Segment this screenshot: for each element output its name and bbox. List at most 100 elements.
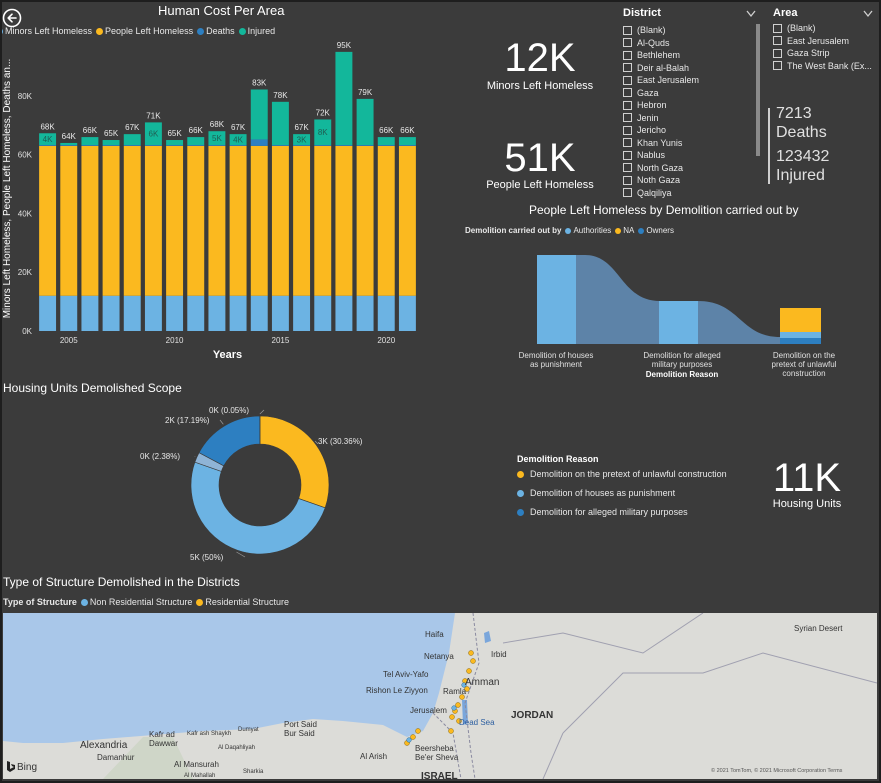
bar-segment-people-left-homeless[interactable] <box>166 145 184 296</box>
bar-segment-minors-left-homeless[interactable] <box>187 295 205 331</box>
donut-slice[interactable] <box>259 415 330 509</box>
checkbox[interactable] <box>623 138 632 148</box>
checkbox[interactable] <box>623 150 632 160</box>
bar-segment-minors-left-homeless[interactable] <box>123 295 141 331</box>
checkbox[interactable] <box>773 48 782 58</box>
district-item[interactable]: Jericho <box>623 124 753 137</box>
bar-segment-injured[interactable] <box>335 51 353 146</box>
bar-segment-injured[interactable] <box>102 140 120 146</box>
legend-item-owners[interactable]: Owners <box>638 226 674 235</box>
area-item[interactable]: The West Bank (Ex... <box>773 60 875 73</box>
bar-segment-minors-left-homeless[interactable] <box>60 295 78 331</box>
bar-segment-injured[interactable] <box>356 98 374 146</box>
back-button[interactable] <box>2 8 22 28</box>
bar-segment-minors-left-homeless[interactable] <box>39 295 57 331</box>
area-item[interactable]: East Jerusalem <box>773 35 875 48</box>
legend-item-people[interactable]: People Left Homeless <box>96 26 193 36</box>
bar-segment-deaths[interactable] <box>356 145 374 146</box>
legend-item-residential[interactable]: Residential Structure <box>196 597 289 607</box>
bar-segment-minors-left-homeless[interactable] <box>356 295 374 331</box>
bar-segment-deaths[interactable] <box>60 145 78 146</box>
reason-legend-item[interactable]: Demolition for alleged military purposes <box>517 507 747 517</box>
bar-segment-people-left-homeless[interactable] <box>377 145 395 296</box>
bar-segment-minors-left-homeless[interactable] <box>398 295 416 331</box>
bar-segment-deaths[interactable] <box>187 145 205 146</box>
legend-item-injured[interactable]: Injured <box>238 26 275 36</box>
bar-segment-injured[interactable] <box>166 140 184 146</box>
bar-segment-people-left-homeless[interactable] <box>39 145 57 296</box>
checkbox[interactable] <box>623 188 632 198</box>
checkbox[interactable] <box>623 38 632 48</box>
district-item[interactable]: Nablus <box>623 149 753 162</box>
bar-segment-minors-left-homeless[interactable] <box>250 295 268 331</box>
district-item[interactable]: Al-Quds <box>623 37 753 50</box>
bar-segment-people-left-homeless[interactable] <box>293 145 311 296</box>
bar-segment-deaths[interactable] <box>250 139 268 146</box>
bar-segment-deaths[interactable] <box>123 145 141 146</box>
district-item[interactable]: Qalqiliya <box>623 187 753 200</box>
bar-segment-minors-left-homeless[interactable] <box>166 295 184 331</box>
bar-segment-deaths[interactable] <box>166 145 184 146</box>
district-item[interactable]: Hebron <box>623 99 753 112</box>
bar-segment-deaths[interactable] <box>335 145 353 146</box>
bar-segment-people-left-homeless[interactable] <box>81 145 99 296</box>
bar-segment-minors-left-homeless[interactable] <box>293 295 311 331</box>
checkbox[interactable] <box>623 175 632 185</box>
bar-segment-minors-left-homeless[interactable] <box>102 295 120 331</box>
bar-segment-people-left-homeless[interactable] <box>123 145 141 296</box>
bar-segment-people-left-homeless[interactable] <box>314 145 332 296</box>
bar-segment-deaths[interactable] <box>377 145 395 146</box>
bar-segment-injured[interactable] <box>398 137 416 146</box>
reason-legend-item[interactable]: Demolition on the pretext of unlawful co… <box>517 469 747 479</box>
checkbox[interactable] <box>623 50 632 60</box>
legend-item-non-residential[interactable]: Non Residential Structure <box>80 597 192 607</box>
legend-item-deaths[interactable]: Deaths <box>197 26 235 36</box>
bar-segment-people-left-homeless[interactable] <box>144 145 162 296</box>
district-item[interactable]: Bethlehem <box>623 49 753 62</box>
bar-segment-people-left-homeless[interactable] <box>102 145 120 296</box>
bar-segment-deaths[interactable] <box>102 145 120 146</box>
checkbox[interactable] <box>623 75 632 85</box>
checkbox[interactable] <box>773 61 782 71</box>
bar-segment-minors-left-homeless[interactable] <box>144 295 162 331</box>
bar-segment-people-left-homeless[interactable] <box>335 145 353 296</box>
checkbox[interactable] <box>623 125 632 135</box>
bar-segment-injured[interactable] <box>271 101 289 146</box>
map-view[interactable]: Haifa Netanya Irbid Tel Aviv-Yafo Amman … <box>3 613 877 779</box>
bar-segment-people-left-homeless[interactable] <box>60 145 78 296</box>
district-item[interactable]: Khan Yunis <box>623 137 753 150</box>
bar-segment-deaths[interactable] <box>293 145 311 146</box>
bar-segment-people-left-homeless[interactable] <box>398 145 416 296</box>
checkbox[interactable] <box>623 63 632 73</box>
bar-segment-minors-left-homeless[interactable] <box>377 295 395 331</box>
bar-segment-minors-left-homeless[interactable] <box>229 295 247 331</box>
checkbox[interactable] <box>623 100 632 110</box>
bar-segment-minors-left-homeless[interactable] <box>314 295 332 331</box>
district-scrollbar[interactable] <box>756 24 760 156</box>
chevron-down-icon[interactable] <box>863 10 873 18</box>
bar-segment-deaths[interactable] <box>39 145 57 146</box>
bar-segment-injured[interactable] <box>187 137 205 146</box>
district-item[interactable]: Jenin <box>623 112 753 125</box>
chevron-down-icon[interactable] <box>746 10 756 18</box>
bar-segment-injured[interactable] <box>60 142 78 146</box>
district-item[interactable]: East Jerusalem <box>623 74 753 87</box>
bar-segment-deaths[interactable] <box>144 145 162 146</box>
bar-segment-deaths[interactable] <box>81 145 99 146</box>
area-item[interactable]: (Blank) <box>773 22 875 35</box>
bar-segment-deaths[interactable] <box>208 145 226 146</box>
legend-item-minors[interactable]: Minors Left Homeless <box>0 26 92 36</box>
checkbox[interactable] <box>623 88 632 98</box>
bar-segment-deaths[interactable] <box>314 145 332 146</box>
bar-segment-people-left-homeless[interactable] <box>356 145 374 296</box>
checkbox[interactable] <box>773 36 782 46</box>
district-item[interactable]: (Blank) <box>623 24 753 37</box>
bar-segment-deaths[interactable] <box>229 145 247 146</box>
district-item[interactable]: North Gaza <box>623 162 753 175</box>
bar-segment-people-left-homeless[interactable] <box>229 145 247 296</box>
checkbox[interactable] <box>623 25 632 35</box>
bar-segment-minors-left-homeless[interactable] <box>81 295 99 331</box>
bar-segment-injured[interactable] <box>123 134 141 146</box>
area-item[interactable]: Gaza Strip <box>773 47 875 60</box>
bar-segment-minors-left-homeless[interactable] <box>335 295 353 331</box>
